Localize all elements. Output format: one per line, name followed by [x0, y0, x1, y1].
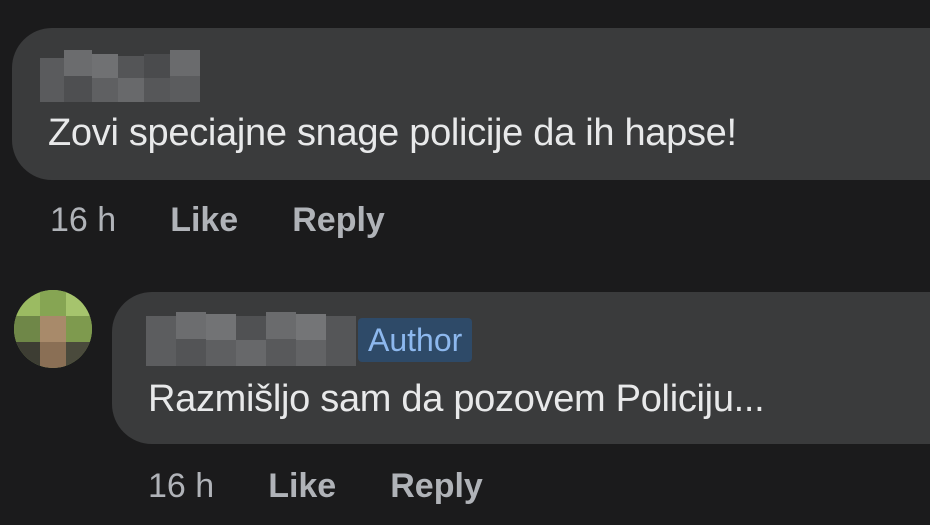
author-badge: Author	[358, 318, 473, 362]
comment-timestamp[interactable]: 16 h	[50, 201, 116, 240]
comment-thread: Zovi speciajne snage policije da ih haps…	[0, 0, 930, 525]
reply-author-name-pixelated[interactable]	[146, 312, 356, 366]
comment-text: Zovi speciajne snage policije da ih haps…	[48, 112, 737, 154]
reply-button[interactable]: Reply	[390, 467, 483, 506]
avatar[interactable]	[14, 290, 92, 368]
comment-actions: 16 h Like Reply	[50, 198, 385, 242]
like-button[interactable]: Like	[170, 201, 238, 240]
reply-actions: 16 h Like Reply	[148, 464, 483, 508]
reply-text: Razmišljo sam da pozovem Policiju...	[148, 378, 765, 420]
reply-button[interactable]: Reply	[292, 201, 385, 240]
like-button[interactable]: Like	[268, 467, 336, 506]
reply-timestamp[interactable]: 16 h	[148, 467, 214, 506]
commenter-name-pixelated[interactable]	[40, 50, 200, 102]
